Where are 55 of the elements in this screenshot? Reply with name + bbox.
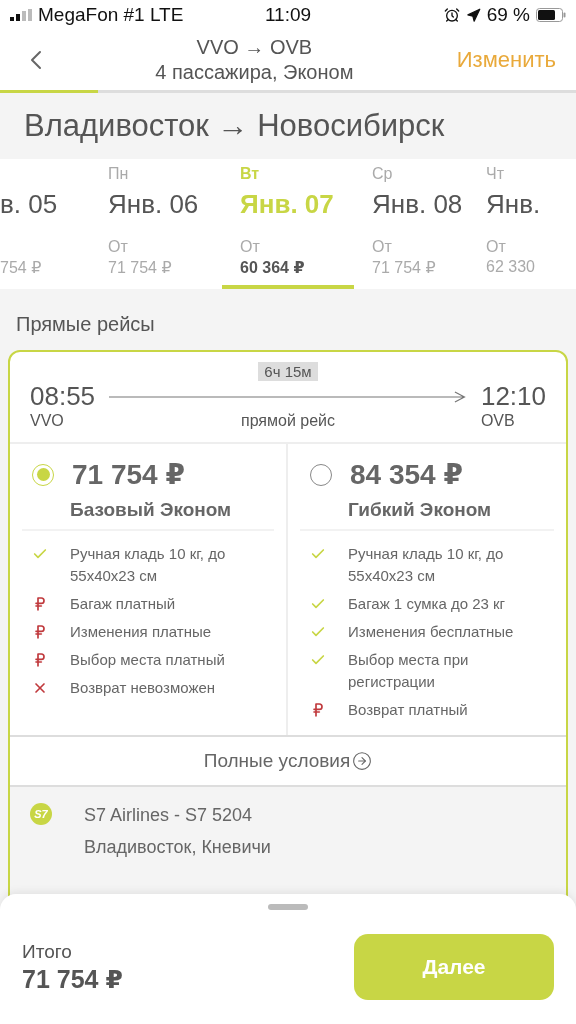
fare-feature: Ручная кладь 10 кг, до 55x40x23 см bbox=[348, 544, 505, 586]
airline-flight: S7 Airlines - S7 5204 bbox=[84, 804, 254, 827]
fare-feature: Возврат невозможен bbox=[70, 678, 216, 698]
fare-feature: Ручная кладь 10 кг, до 55x40x23 см bbox=[70, 544, 227, 586]
fare-price: 84 354 ₽ bbox=[350, 458, 463, 491]
date-tab[interactable]: Пн Янв. 06 От 71 754 ₽ bbox=[90, 159, 222, 289]
passengers-class: 4 пассажира, Эконом bbox=[155, 60, 354, 85]
fare-feature: Возврат платный bbox=[348, 700, 468, 720]
from-label: От bbox=[108, 238, 128, 255]
weekday-label: Чт bbox=[486, 165, 504, 182]
weekday-label: Вт bbox=[240, 165, 260, 182]
date-label: Янв. bbox=[486, 189, 542, 220]
date-tab[interactable]: в. 05 754 ₽ bbox=[0, 159, 90, 289]
date-label: Янв. 07 bbox=[240, 189, 335, 220]
weekday-label: Пн bbox=[108, 165, 129, 182]
fare-name: Базовый Эконом bbox=[22, 491, 274, 531]
from-label: От bbox=[486, 238, 506, 255]
arrival-code: OVB bbox=[480, 412, 516, 430]
clock-time: 11:09 bbox=[264, 4, 312, 26]
min-price: 754 ₽ bbox=[0, 258, 43, 277]
date-label: в. 05 bbox=[0, 189, 59, 220]
arrival-time: 12:10 bbox=[480, 381, 546, 412]
section-title: Прямые рейсы bbox=[15, 312, 156, 337]
fare-feature: Изменения бесплатные bbox=[348, 622, 514, 642]
min-price: 60 364 ₽ bbox=[240, 258, 306, 277]
fare-feature: Выбор места платный bbox=[70, 650, 225, 670]
fare-price: 71 754 ₽ bbox=[72, 458, 185, 491]
departure-time: 08:55 bbox=[30, 381, 96, 412]
weekday-label: Ср bbox=[372, 165, 393, 182]
fare-feature: Багаж платный bbox=[70, 594, 176, 614]
fare-name: Гибкий Эконом bbox=[300, 491, 554, 531]
total-label: Итого bbox=[22, 940, 73, 963]
departure-airport: Владивосток, Кневичи bbox=[84, 836, 272, 859]
fare-feature: Изменения платные bbox=[70, 622, 212, 642]
min-price: 71 754 ₽ bbox=[108, 258, 173, 277]
fare-feature: Выбор места при регистрации bbox=[348, 650, 470, 692]
fare-feature: Багаж 1 сумка до 23 кг bbox=[348, 594, 506, 614]
date-tab[interactable]: Вт Янв. 07 От 60 364 ₽ bbox=[222, 159, 354, 289]
departure-code: VVO bbox=[30, 412, 65, 430]
airline-logo: S7 bbox=[30, 803, 52, 825]
date-tab[interactable]: Чт Янв. От 62 330 bbox=[486, 159, 576, 289]
route-codes: VVO → OVB bbox=[196, 35, 313, 60]
date-label: Янв. 08 bbox=[372, 189, 464, 220]
duration-label: 6ч 15м bbox=[258, 362, 318, 381]
from-label: От bbox=[372, 238, 392, 255]
min-price: 62 330 bbox=[486, 258, 536, 276]
date-label: Янв. 06 bbox=[108, 189, 200, 220]
total-price: 71 754 ₽ bbox=[22, 964, 123, 994]
flight-type: прямой рейс bbox=[240, 412, 336, 430]
min-price: 71 754 ₽ bbox=[372, 258, 437, 277]
route-title: Владивосток → Новосибирск bbox=[23, 107, 446, 145]
carrier-label: MegaFon #1 LTE bbox=[38, 4, 184, 26]
battery-percent: 69 % bbox=[486, 4, 530, 26]
date-tab[interactable]: Ср Янв. 08 От 71 754 ₽ bbox=[354, 159, 486, 289]
from-label: От bbox=[240, 238, 260, 255]
